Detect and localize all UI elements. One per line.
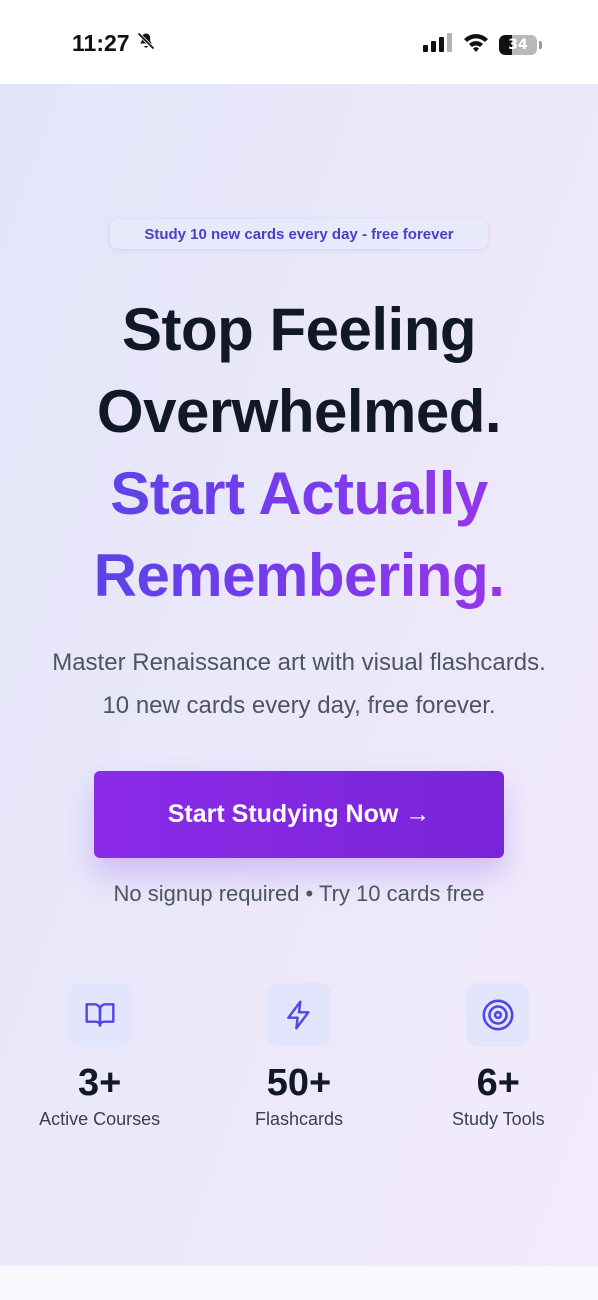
start-studying-button[interactable]: Start Studying Now → [94, 771, 504, 858]
bell-slash-icon [136, 30, 156, 57]
stat-value: 6+ [476, 1062, 520, 1104]
wifi-icon [463, 32, 489, 57]
status-bar: 11:27 34 [0, 0, 598, 84]
time-text: 11:27 [72, 30, 130, 56]
battery-icon: 34 [499, 34, 542, 55]
stat-value: 50+ [266, 1062, 332, 1104]
headline-line-1: Stop Feeling [122, 296, 477, 363]
stat-courses: 3+ Active Courses [0, 983, 199, 1130]
headline-line-2: Overwhelmed. [96, 378, 502, 445]
stat-value: 3+ [78, 1062, 122, 1104]
next-section-edge [0, 1266, 598, 1300]
stat-flashcards: 50+ Flashcards [199, 983, 398, 1130]
battery-cap [539, 40, 542, 49]
status-time: 11:27 [72, 30, 156, 57]
signup-note: No signup required • Try 10 cards free [113, 881, 485, 906]
subtitle-line-1: Master Renaissance art with visual flash… [52, 649, 546, 676]
headline-line-4: Remembering. [0, 535, 598, 617]
free-badge: Study 10 new cards every day - free fore… [110, 219, 488, 249]
hero-section: Study 10 new cards every day - free fore… [0, 84, 598, 1266]
signal-icon [423, 32, 453, 57]
lightning-icon [266, 983, 331, 1047]
target-icon [466, 983, 531, 1047]
subtitle-line-2: 10 new cards every day, free forever. [102, 692, 496, 719]
battery-body: 34 [499, 34, 537, 55]
stats-row: 3+ Active Courses 50+ Flashcards 6+ Stud… [0, 983, 598, 1130]
book-open-icon [67, 983, 132, 1047]
hero-headline: Stop Feeling Overwhelmed. Start Actually… [0, 289, 598, 617]
status-indicators: 34 [423, 32, 542, 57]
hero-subtitle: Master Renaissance art with visual flash… [0, 641, 598, 727]
battery-percent: 34 [508, 36, 528, 53]
stat-label: Flashcards [254, 1109, 343, 1129]
headline-line-3: Start Actually [0, 453, 598, 535]
stat-label: Study Tools [451, 1109, 545, 1129]
stat-label: Active Courses [39, 1109, 161, 1129]
stat-tools: 6+ Study Tools [399, 983, 598, 1130]
